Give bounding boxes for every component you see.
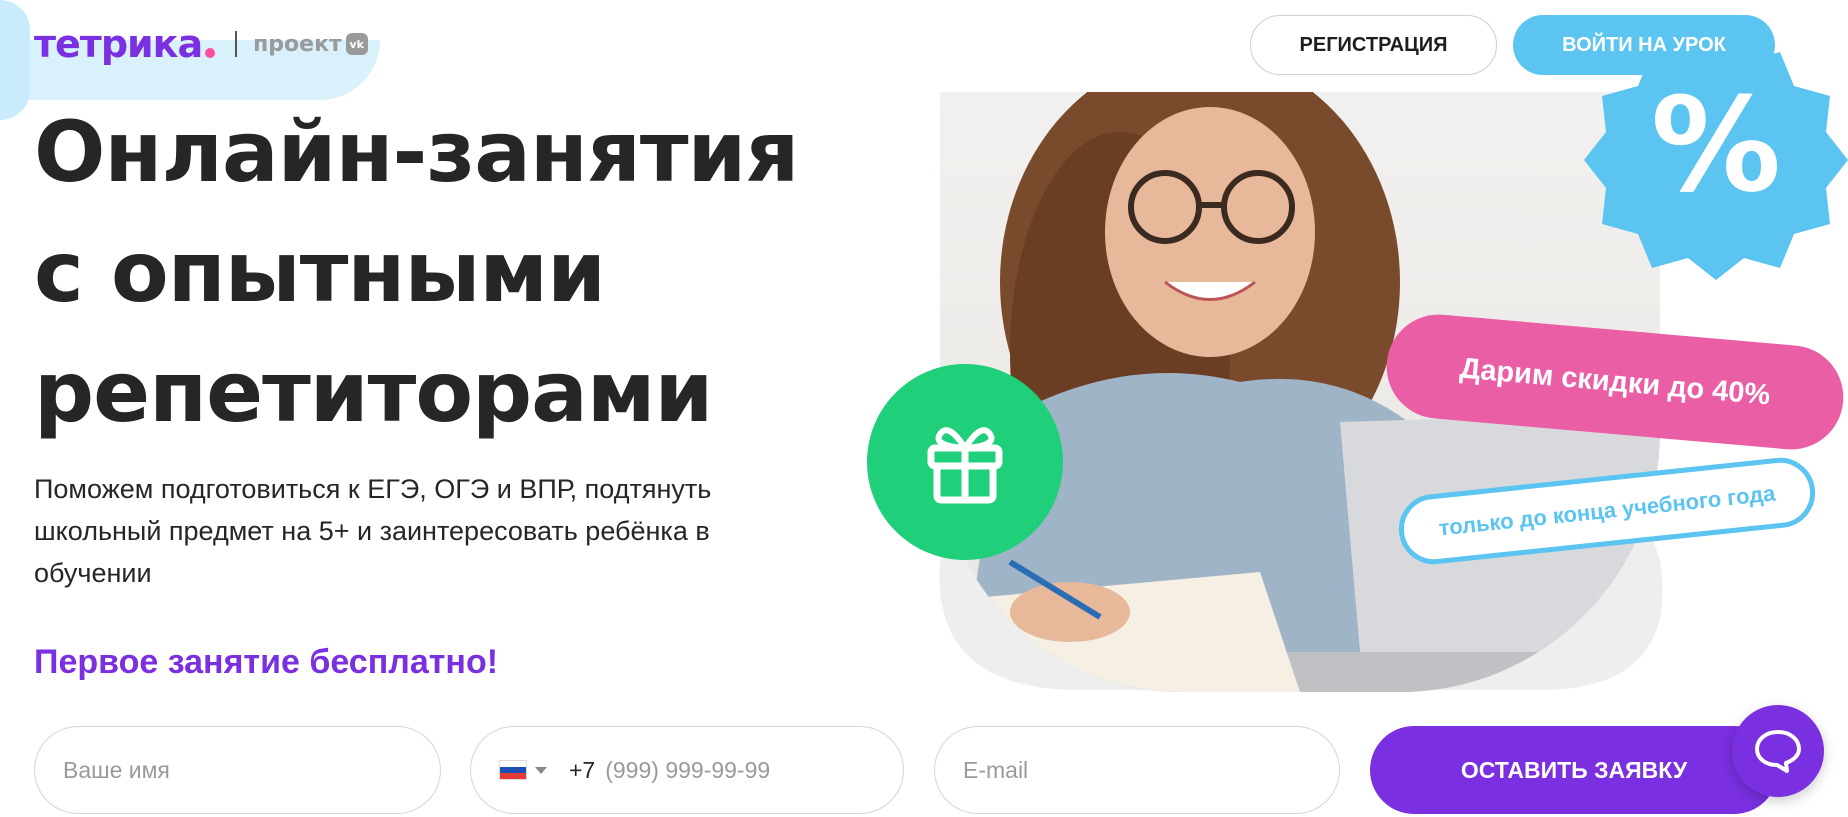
site-header: тетрика проект vk РЕГИСТРАЦИЯ ВОЙТИ НА У… [0, 0, 1848, 92]
submit-request-button[interactable]: ОСТАВИТЬ ЗАЯВКУ [1370, 726, 1778, 814]
chevron-down-icon[interactable] [535, 766, 547, 774]
email-placeholder: E-mail [963, 756, 1029, 783]
headline-line-2: с опытными [34, 223, 606, 321]
phone-country-code: +7 [569, 756, 596, 783]
headline-line-1: Онлайн-занятия [34, 103, 799, 201]
hero-description: Поможем подготовиться к ЕГЭ, ОГЭ и ВПР, … [34, 474, 712, 588]
gift-badge [867, 364, 1063, 560]
phone-placeholder: (999) 999-99-99 [605, 756, 771, 783]
page-title: Онлайн-занятия с опытными репетиторами [34, 92, 854, 452]
phone-field[interactable]: +7 (999) 999-99-99 [470, 726, 904, 814]
email-field[interactable]: E-mail [934, 726, 1340, 814]
name-placeholder: Ваше имя [63, 756, 170, 783]
logo-dot [205, 48, 216, 58]
login-button[interactable]: ВОЙТИ НА УРОК [1513, 15, 1775, 75]
project-label: проект [253, 31, 342, 57]
gift-icon [927, 427, 1003, 504]
chat-icon [1755, 730, 1801, 773]
logo[interactable]: тетрика проект vk [34, 16, 368, 72]
headline-line-3: репетиторами [34, 343, 713, 441]
vk-icon: vk [345, 33, 368, 55]
chat-widget-button[interactable] [1732, 705, 1824, 797]
register-button[interactable]: РЕГИСТРАЦИЯ [1250, 15, 1497, 75]
free-lesson-text: Первое занятие бесплатно! [34, 643, 499, 681]
logo-text: тетрика [34, 22, 203, 66]
logo-divider [235, 31, 238, 57]
name-field[interactable]: Ваше имя [34, 726, 441, 814]
russia-flag-icon[interactable] [499, 760, 527, 780]
